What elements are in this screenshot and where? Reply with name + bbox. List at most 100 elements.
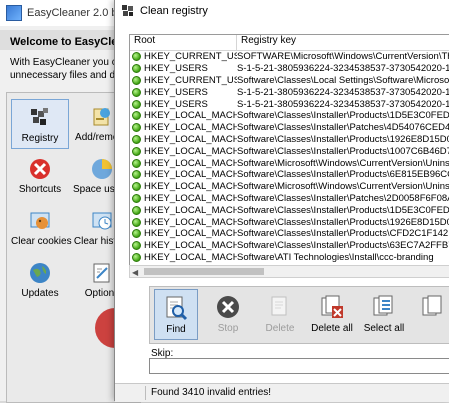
table-row[interactable]: HKEY_LOCAL_MACHINESoftware\Microsoft\Win… (130, 181, 449, 193)
table-row[interactable]: HKEY_CURRENT_USERSoftware\Classes\Local … (130, 75, 449, 87)
status-dot-icon (132, 170, 141, 180)
delete-all-button[interactable]: Delete all (310, 289, 354, 340)
row-root: HKEY_CURRENT_USER (144, 51, 237, 63)
table-row[interactable]: HKEY_LOCAL_MACHINESoftware\Classes\Insta… (130, 122, 449, 134)
action-toolbar: Find Stop Delete Delete all Select all (149, 286, 449, 344)
clean-registry-titlebar[interactable]: Clean registry (115, 0, 449, 22)
table-row[interactable]: HKEY_CURRENT_USERSOFTWARE\Microsoft\Wind… (130, 51, 449, 63)
table-row[interactable]: HKEY_LOCAL_MACHINESoftware\ATI Technolog… (130, 252, 449, 264)
tool-clear-cookies-button[interactable]: Clear cookies (11, 203, 72, 253)
table-row[interactable]: HKEY_USERS S-1-5-21-3805936224-3234538537… (130, 63, 449, 75)
table-row[interactable]: HKEY_LOCAL_MACHINESoftware\Classes\Insta… (130, 169, 449, 181)
shortcuts-icon (28, 157, 52, 181)
row-root: HKEY_LOCAL_MACHINE (144, 145, 237, 157)
status-dot-icon (132, 64, 141, 74)
history-icon (90, 209, 114, 233)
delete-all-icon (319, 294, 345, 320)
status-dot-icon (132, 75, 141, 85)
row-registry-key: S-1-5-21-3805936224-3234538537-373054202… (237, 98, 449, 110)
table-row[interactable]: HKEY_LOCAL_MACHINESoftware\Classes\Insta… (130, 193, 449, 205)
table-row[interactable]: HKEY_LOCAL_MACHINESoftware\Microsoft\Win… (130, 157, 449, 169)
status-dot-icon (132, 134, 141, 144)
table-row[interactable]: HKEY_LOCAL_MACHINESoftware\Classes\Insta… (130, 240, 449, 252)
status-dot-icon (132, 123, 141, 133)
row-registry-key: Software\Microsoft\Windows\CurrentVersio… (237, 181, 449, 193)
select-all-button[interactable]: Select all (362, 289, 406, 340)
skip-input[interactable] (149, 358, 449, 374)
select-all-label: Select all (363, 323, 405, 334)
find-icon (163, 295, 189, 321)
row-root: HKEY_LOCAL_MACHINE (144, 181, 237, 193)
status-dot-icon (132, 252, 141, 262)
row-root: HKEY_LOCAL_MACHINE (144, 240, 237, 252)
find-button[interactable]: Find (154, 289, 198, 340)
row-root: HKEY_LOCAL_MACHINE (144, 110, 237, 122)
row-registry-key: Software\Classes\Installer\Products\1D5E… (237, 204, 449, 216)
status-separator (145, 386, 146, 400)
tool-shortcuts-button[interactable]: Shortcuts (11, 151, 69, 201)
column-header-registry-key[interactable]: Registry key (237, 35, 296, 50)
row-registry-key: Software\ATI Technologies\Install\ccc-br… (237, 251, 434, 263)
row-root: HKEY_LOCAL_MACHINE (144, 192, 237, 204)
status-dot-icon (132, 182, 141, 192)
cookies-icon (28, 209, 52, 233)
row-root: HKEY_LOCAL_MACHINE (144, 204, 237, 216)
registry-icon (28, 106, 52, 130)
table-row[interactable]: HKEY_LOCAL_MACHINESoftware\Classes\Insta… (130, 134, 449, 146)
status-dot-icon (132, 241, 141, 251)
horizontal-scrollbar[interactable]: ◀ (129, 265, 449, 278)
select-all-icon (371, 294, 397, 320)
delete-button[interactable]: Delete (258, 289, 302, 340)
table-row[interactable]: HKEY_USERS S-1-5-21-3805936224-3234538537… (130, 86, 449, 98)
status-text: Found 3410 invalid entries! (151, 387, 272, 398)
stop-button[interactable]: Stop (206, 289, 250, 340)
row-registry-key: Software\Classes\Local Settings\Software… (237, 74, 449, 86)
column-header-root[interactable]: Root (130, 35, 237, 50)
globe-icon (28, 261, 52, 285)
scroll-left-icon[interactable]: ◀ (132, 268, 138, 277)
status-dot-icon (132, 111, 141, 121)
table-row[interactable]: HKEY_USERS S-1-5-21-3805936224-3234538537… (130, 98, 449, 110)
tool-label: Shortcuts (18, 184, 62, 195)
row-registry-key: S-1-5-21-3805936224-3234538537-373054202… (237, 63, 449, 75)
easycleaner-app-icon (6, 5, 22, 21)
tool-registry-button[interactable]: Registry (11, 99, 69, 149)
row-registry-key: Software\Classes\Installer\Products\CFD2… (237, 228, 449, 240)
partial-icon (420, 294, 446, 320)
status-dot-icon (132, 99, 141, 109)
table-row[interactable]: HKEY_LOCAL_MACHINESoftware\Classes\Insta… (130, 110, 449, 122)
add-remove-icon (90, 105, 114, 129)
row-root: HKEY_LOCAL_MACHINE (144, 251, 237, 263)
table-row[interactable]: HKEY_LOCAL_MACHINESoftware\Classes\Insta… (130, 145, 449, 157)
table-row[interactable]: HKEY_LOCAL_MACHINESoftware\Classes\Insta… (130, 204, 449, 216)
stop-icon (215, 294, 241, 320)
table-row[interactable]: HKEY_LOCAL_MACHINESoftware\Classes\Insta… (130, 216, 449, 228)
scrollbar-thumb[interactable] (144, 268, 264, 275)
row-root: HKEY_LOCAL_MACHINE (144, 122, 237, 134)
row-root: HKEY_LOCAL_MACHINE (144, 228, 237, 240)
tool-label: Updates (21, 288, 59, 299)
row-registry-key: Software\Classes\Installer\Products\63EC… (237, 240, 449, 252)
row-root: HKEY_CURRENT_USER (144, 74, 237, 86)
status-dot-icon (132, 229, 141, 239)
toolbar-button-partial[interactable] (414, 289, 449, 340)
row-root: HKEY_USERS (144, 98, 208, 110)
status-dot-icon (132, 205, 141, 215)
tool-label: Clear cookies (11, 236, 72, 247)
options-icon (90, 261, 114, 285)
row-registry-key: Software\Classes\Installer\Products\1926… (237, 133, 449, 145)
tool-updates-button[interactable]: Updates (11, 255, 69, 305)
registry-title-icon (122, 5, 134, 17)
row-registry-key: Software\Classes\Installer\Products\6E81… (237, 169, 449, 181)
row-registry-key: Software\Classes\Installer\Products\1007… (237, 145, 449, 157)
find-label: Find (166, 324, 186, 335)
window-title: Clean registry (140, 5, 208, 17)
registry-entries-list[interactable]: Root Registry key HKEY_CURRENT_USERSOFTW… (129, 34, 449, 266)
row-root: HKEY_USERS (144, 63, 208, 75)
status-dot-icon (132, 87, 141, 97)
row-root: HKEY_LOCAL_MACHINE (144, 169, 237, 181)
row-root: HKEY_LOCAL_MACHINE (144, 157, 237, 169)
table-row[interactable]: HKEY_LOCAL_MACHINESoftware\Classes\Insta… (130, 228, 449, 240)
space-usage-icon (90, 157, 114, 181)
row-registry-key: Software\Classes\Installer\Patches\4D540… (237, 122, 449, 134)
